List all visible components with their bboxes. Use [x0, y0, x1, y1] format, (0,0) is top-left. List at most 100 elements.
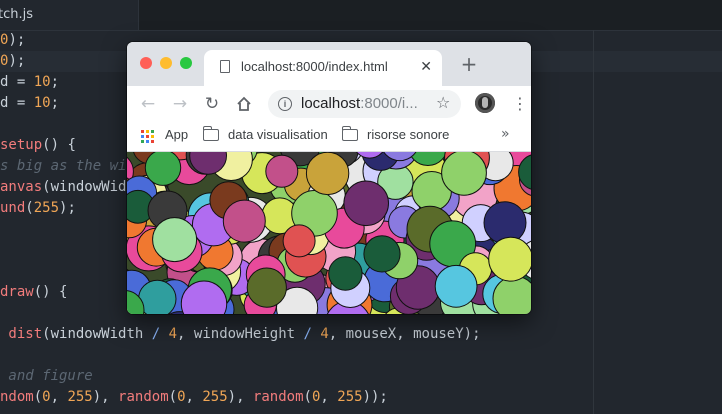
code-token: (windowWidt [42, 179, 135, 195]
code-line: and figure [0, 366, 93, 387]
code-token: , windowHeight [177, 326, 304, 342]
code-token: )); [362, 389, 388, 405]
minimize-window-button[interactable] [160, 57, 172, 69]
code-token: d = [0, 74, 34, 90]
code-line: ndom(0, 255), random(0, 255), random(0, … [0, 387, 388, 408]
code-line: anvas(windowWidt [0, 177, 135, 198]
code-token: draw [0, 284, 34, 300]
folder-icon [202, 126, 219, 141]
code-line: s big as the win [0, 156, 135, 177]
bookmark-label: risorse sonore [367, 127, 450, 142]
code-token: , [185, 389, 203, 405]
page-icon [220, 60, 230, 73]
code-token: ); [59, 200, 76, 216]
code-token: ), [227, 389, 253, 405]
code-token: / [303, 326, 312, 342]
code-token: 255 [67, 389, 93, 405]
code-token: ( [168, 389, 178, 405]
code-token: ( [33, 389, 43, 405]
code-line: setup() { [0, 135, 76, 156]
zoom-window-button[interactable] [180, 57, 192, 69]
address-bar[interactable]: i localhost:8000/i... [268, 90, 461, 118]
p5-canvas[interactable] [127, 152, 531, 314]
plus-icon[interactable]: + [457, 52, 481, 76]
editor-ruler [593, 30, 594, 414]
code-token: , mouseX, mouseY); [328, 326, 481, 342]
code-line: 0); [0, 51, 25, 72]
reload-icon[interactable]: ↻ [201, 93, 223, 115]
folder-icon [341, 126, 358, 141]
bookmark-label: App [165, 127, 189, 142]
browser-tab-title: localhost:8000/index.html [241, 59, 388, 74]
canvas-circle [152, 217, 198, 263]
code-token: () { [42, 137, 76, 153]
code-line: draw() { [0, 282, 67, 303]
code-token: setup [0, 137, 43, 153]
code-line: und(255); [0, 198, 76, 219]
canvas-circle [265, 154, 299, 188]
bookmarks-bar: App data visualisation risorse sonore » [127, 122, 531, 152]
canvas-circle [328, 256, 363, 291]
code-token: ); [8, 32, 26, 48]
canvas-circle [144, 152, 182, 186]
code-token: dist [0, 326, 43, 342]
url-host: localhost [301, 95, 361, 112]
code-line: dist(windowWidth / 4, windowHeight / 4, … [0, 324, 481, 345]
code-token: ); [8, 53, 26, 69]
code-token: 0 [42, 389, 51, 405]
code-token: 10 [33, 95, 51, 111]
code-token: 4 [320, 326, 329, 342]
code-token: ), [92, 389, 119, 405]
back-arrow-icon[interactable]: ← [137, 93, 159, 115]
code-token: ; [50, 74, 60, 90]
close-window-button[interactable] [140, 57, 152, 69]
profile-avatar[interactable] [475, 93, 495, 113]
canvas-circle [282, 224, 316, 258]
editor-tab-sketch[interactable]: tch.js [0, 0, 139, 30]
browser-toolbar: ← → ↻ i localhost:8000/i... ☆ ⋮ [127, 86, 531, 122]
code-token: () { [33, 284, 68, 300]
code-line: d = 10; [0, 93, 59, 114]
code-token: s big as the win [0, 158, 135, 174]
canvas-circle [363, 235, 401, 273]
canvas-circle [222, 199, 266, 243]
code-token: and figure [0, 368, 93, 384]
code-line: 0); [0, 30, 25, 51]
address-url: localhost:8000/i... [301, 90, 418, 118]
code-token: ( [303, 389, 312, 405]
double-chevron-icon[interactable]: » [501, 122, 510, 147]
code-token: random [118, 389, 169, 405]
code-line: d = 10; [0, 72, 59, 93]
code-token: ; [50, 95, 60, 111]
code-token: (windowWidth [42, 326, 152, 342]
close-icon[interactable]: ✕ [420, 50, 432, 84]
code-token: und [0, 200, 26, 216]
home-icon[interactable] [233, 93, 255, 115]
canvas-circle [343, 180, 389, 227]
code-token: d = [0, 95, 34, 111]
code-token: ndom [0, 389, 34, 405]
code-token: 4 [168, 326, 178, 342]
menu-kebab-icon[interactable]: ⋮ [512, 92, 528, 116]
code-token: random [252, 389, 304, 405]
canvas-circle [246, 267, 287, 308]
forward-arrow-icon[interactable]: → [169, 93, 191, 115]
editor-tab-bar: tch.js [0, 0, 722, 31]
code-token: 255 [202, 389, 228, 405]
browser-window: localhost:8000/index.html ✕ + ← → ↻ i lo… [127, 42, 531, 314]
code-token: , [320, 389, 338, 405]
browser-tab[interactable]: localhost:8000/index.html ✕ [204, 50, 442, 86]
code-token: 255 [33, 200, 60, 216]
canvas-circle [483, 201, 527, 245]
code-token: anvas [0, 179, 43, 195]
code-token: 10 [33, 74, 51, 90]
bookmark-star-icon[interactable]: ☆ [436, 92, 450, 114]
browser-titlebar: localhost:8000/index.html ✕ + [127, 42, 531, 86]
canvas-circle [434, 264, 478, 308]
info-icon[interactable]: i [278, 97, 292, 111]
code-token: / [151, 326, 161, 342]
apps-grid-icon [141, 130, 154, 143]
code-token: 255 [337, 389, 363, 405]
code-token: , [50, 389, 68, 405]
